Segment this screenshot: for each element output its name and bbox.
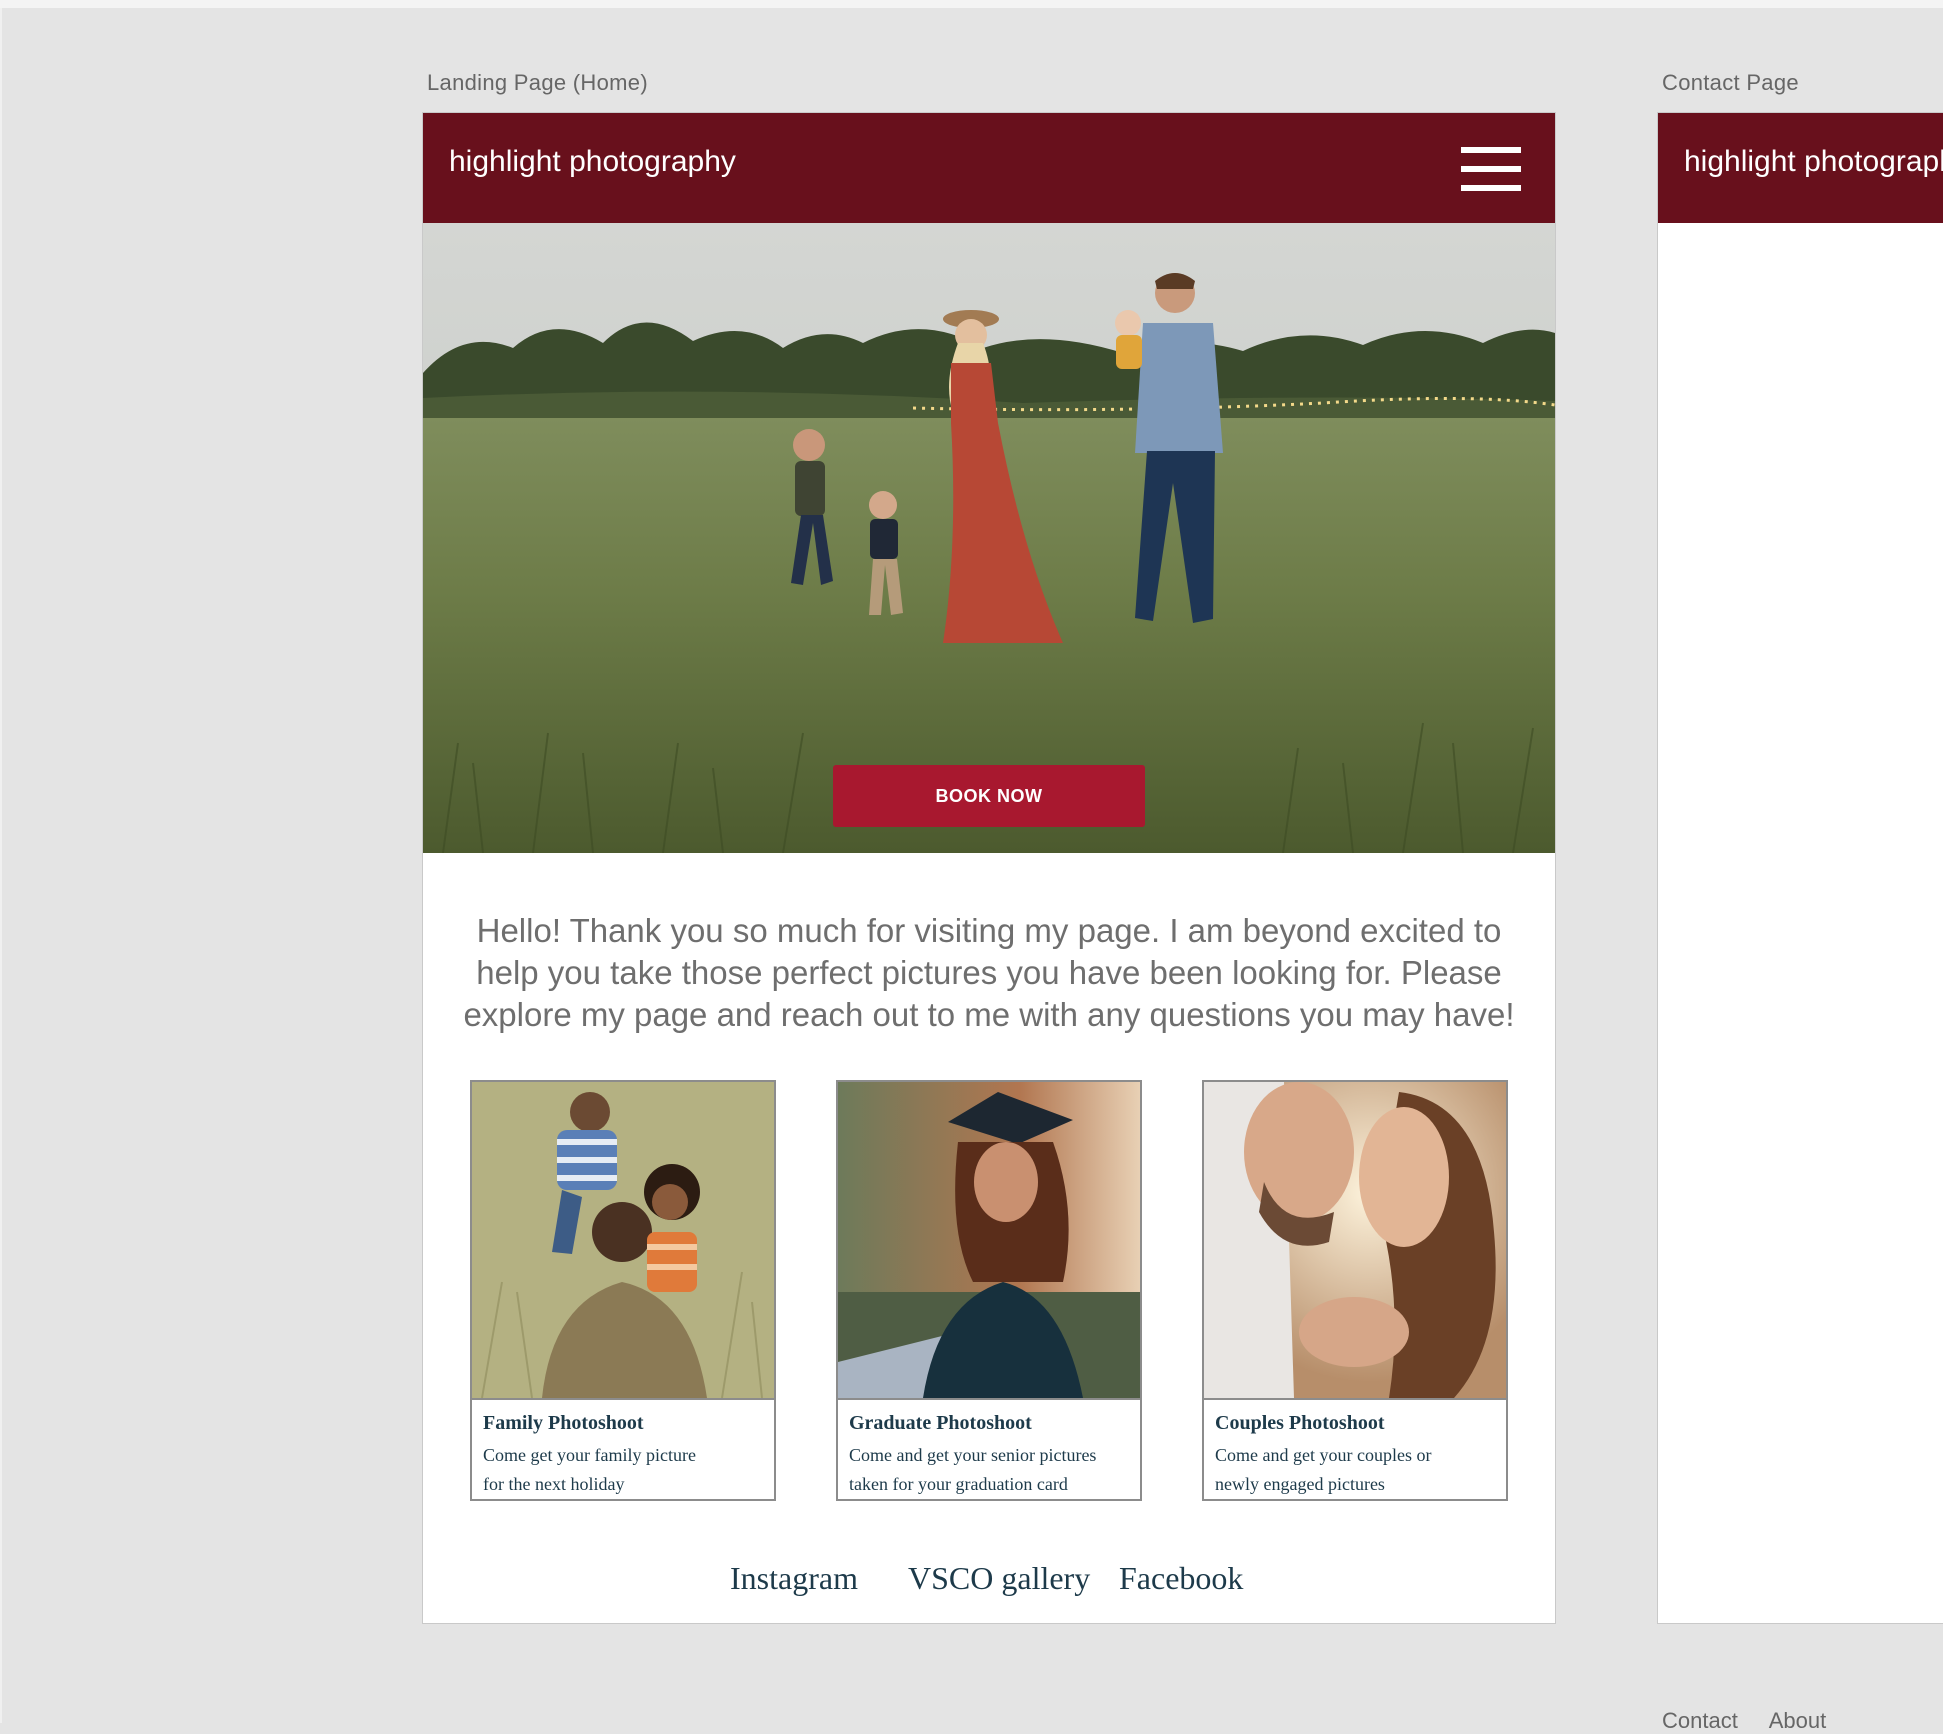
intro-paragraph: Hello! Thank you so much for visiting my… [463, 912, 1515, 1033]
hero-image: BOOK NOW [423, 223, 1555, 853]
card-desc-line2: taken for your graduation card [849, 1474, 1068, 1494]
card-desc-line1: Come and get your couples or [1215, 1445, 1432, 1465]
brand-title[interactable]: highlight photography [449, 145, 736, 179]
footer-link-contact[interactable]: Contact [1662, 1708, 1738, 1733]
couples-photo [1204, 1082, 1506, 1400]
card-desc-line1: Come get your family picture [483, 1445, 696, 1465]
contact-brand-title[interactable]: highlight photography [1684, 145, 1943, 179]
artboard-label-landing[interactable]: Landing Page (Home) [427, 70, 648, 96]
navbar: highlight photography [423, 113, 1555, 223]
contact-footer-links: Contact About [1662, 1708, 1852, 1734]
graduate-photo [838, 1082, 1140, 1400]
card-desc-line2: for the next holiday [483, 1474, 625, 1494]
landing-artboard: highlight photography BOOK NOW Hello! Th… [423, 113, 1555, 1623]
instagram-link[interactable]: Instagram [730, 1560, 858, 1597]
book-now-button[interactable]: BOOK NOW [833, 765, 1145, 827]
card-title: Couples Photoshoot [1215, 1412, 1385, 1434]
vsco-gallery-link[interactable]: VSCO gallery [908, 1560, 1090, 1597]
card-title: Family Photoshoot [483, 1412, 644, 1434]
canvas-left-edge [0, 8, 2, 1723]
facebook-link[interactable]: Facebook [1119, 1560, 1243, 1597]
canvas-top-strip [0, 0, 1943, 8]
card-title: Graduate Photoshoot [849, 1412, 1032, 1434]
artboard-label-contact[interactable]: Contact Page [1662, 70, 1799, 96]
family-field-photo [423, 223, 1555, 853]
service-card-couples[interactable]: Couples Photoshoot Come and get your cou… [1202, 1080, 1508, 1501]
hamburger-menu-icon[interactable] [1461, 147, 1521, 191]
card-desc-line2: newly engaged pictures [1215, 1474, 1385, 1494]
service-card-graduate[interactable]: Graduate Photoshoot Come and get your se… [836, 1080, 1142, 1501]
contact-navbar: highlight photography [1658, 113, 1943, 223]
service-card-family[interactable]: Family Photoshoot Come get your family p… [470, 1080, 776, 1501]
card-desc-line1: Come and get your senior pictures [849, 1445, 1097, 1465]
contact-artboard: highlight photography [1658, 113, 1943, 1623]
footer-link-about[interactable]: About [1769, 1708, 1827, 1733]
family-photo [472, 1082, 774, 1400]
